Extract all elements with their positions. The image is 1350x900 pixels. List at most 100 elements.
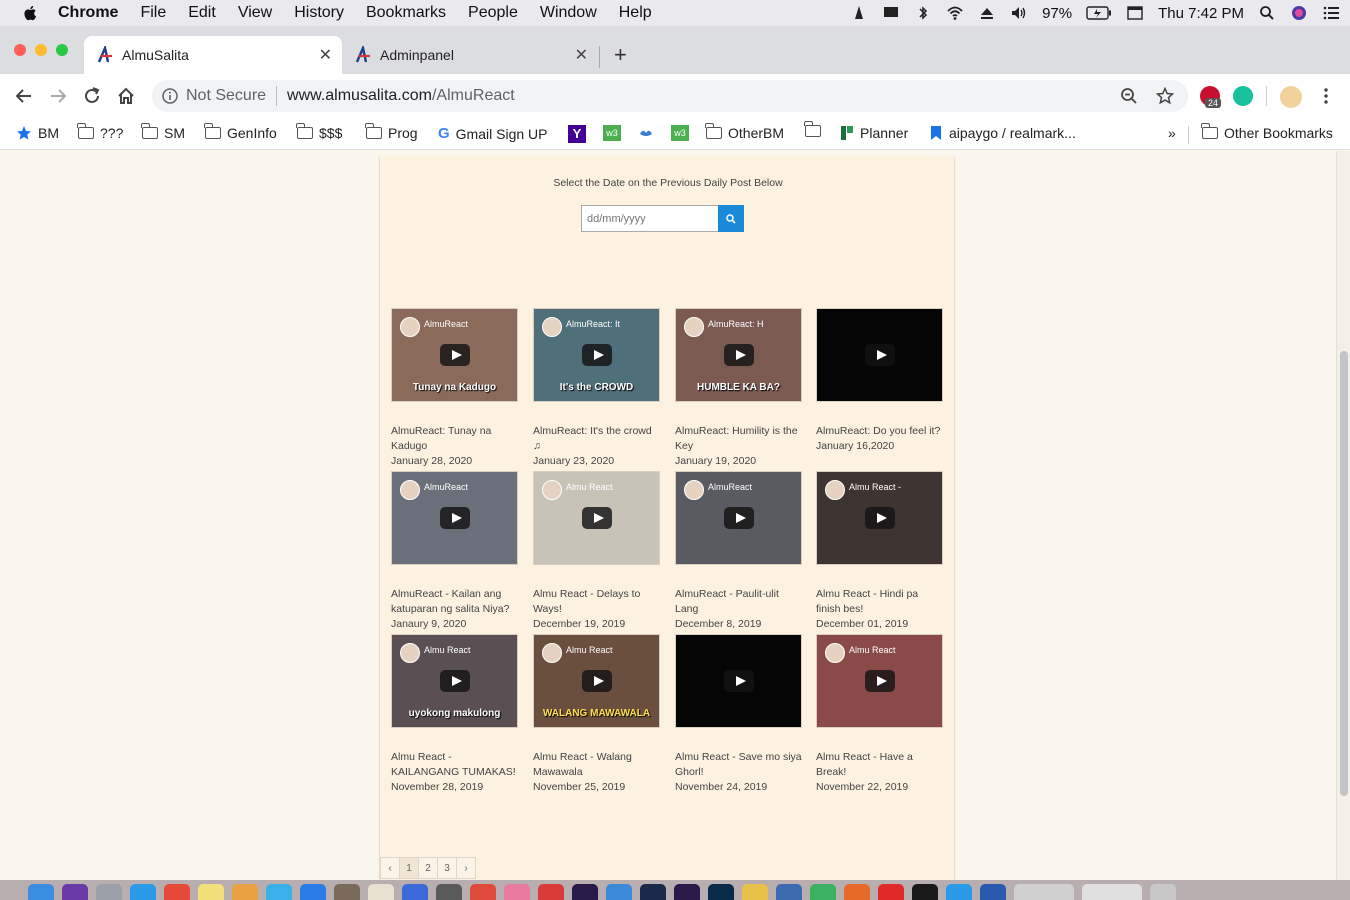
menu-window[interactable]: Window xyxy=(540,4,597,22)
calendar-status-icon[interactable] xyxy=(1126,5,1144,21)
filezilla-dock-icon[interactable] xyxy=(878,884,904,900)
app-dock-icon[interactable] xyxy=(504,884,530,900)
calendar-dock-icon[interactable] xyxy=(164,884,190,900)
bookmark-folder-unnamed[interactable] xyxy=(804,121,821,137)
url-path[interactable]: /AlmuReact xyxy=(432,87,515,105)
video-thumbnail[interactable]: Almu React uyokong makulong xyxy=(391,634,518,728)
bookmark-folder-qqq[interactable]: ??? xyxy=(77,123,123,141)
display-status-icon[interactable] xyxy=(882,5,900,21)
bookmarks-overflow-button[interactable]: » xyxy=(1168,125,1176,141)
minimized-window-dock-icon[interactable] xyxy=(1082,884,1142,900)
bookmark-star-icon[interactable] xyxy=(1156,87,1174,105)
video-thumbnail[interactable]: AlmuReact xyxy=(391,471,518,565)
reload-icon[interactable] xyxy=(82,86,102,106)
play-icon[interactable] xyxy=(439,670,470,692)
app-dock-icon[interactable] xyxy=(368,884,394,900)
menu-edit[interactable]: Edit xyxy=(188,4,216,22)
siri-icon[interactable] xyxy=(1290,5,1308,21)
bookmark-aipaygo[interactable]: aipaygo / realmark... xyxy=(929,125,1076,141)
menu-help[interactable]: Help xyxy=(619,4,652,22)
app-dock-icon[interactable] xyxy=(810,884,836,900)
bookmark-folder-sm[interactable]: SM xyxy=(141,123,185,141)
after-effects-dock-icon[interactable] xyxy=(572,884,598,900)
spotlight-search-icon[interactable] xyxy=(1258,5,1276,21)
video-title[interactable]: AlmuReact: Humility is the Key January 1… xyxy=(675,424,803,469)
safari-dock-icon[interactable] xyxy=(130,884,156,900)
menu-file[interactable]: File xyxy=(140,4,166,22)
address-bar[interactable]: Not Secure www.almusalita.com/AlmuReact xyxy=(152,80,1188,112)
play-icon[interactable] xyxy=(723,344,754,366)
app-dock-icon[interactable] xyxy=(402,884,428,900)
tab-adminpanel[interactable]: Adminpanel ✕ xyxy=(342,36,598,74)
video-title[interactable]: Almu React - Delays to Ways! December 19… xyxy=(533,587,661,632)
video-title[interactable]: Almu React - Walang Mawawala November 25… xyxy=(533,750,661,795)
apple-icon[interactable] xyxy=(22,4,40,22)
play-icon[interactable] xyxy=(864,344,895,366)
play-icon[interactable] xyxy=(723,670,754,692)
messages-dock-icon[interactable] xyxy=(266,884,292,900)
volume-icon[interactable] xyxy=(1010,5,1028,21)
chrome-dock-icon[interactable] xyxy=(470,884,496,900)
menu-bookmarks[interactable]: Bookmarks xyxy=(366,4,446,22)
finder-dock-icon[interactable] xyxy=(28,884,54,900)
security-label[interactable]: Not Secure xyxy=(186,87,266,105)
pagination-page-3[interactable]: 3 xyxy=(437,857,457,879)
video-title[interactable]: AlmuReact: Tunay na Kadugo January 28, 2… xyxy=(391,424,519,469)
video-title[interactable]: AlmuReact - Kailan ang katuparan ng sali… xyxy=(391,587,519,632)
bookmark-bm[interactable]: BM xyxy=(16,125,59,141)
tab-close-icon[interactable]: ✕ xyxy=(575,45,588,65)
bookmark-folder-prog[interactable]: Prog xyxy=(365,123,418,141)
menu-history[interactable]: History xyxy=(294,4,344,22)
video-title[interactable]: Almu React - Have a Break! November 22, … xyxy=(816,750,944,795)
app-store-dock-icon[interactable] xyxy=(300,884,326,900)
premiere-dock-icon[interactable] xyxy=(674,884,700,900)
video-title[interactable]: Almu React - KAILANGANG TUMAKAS! Novembe… xyxy=(391,750,519,795)
battery-icon[interactable] xyxy=(1086,6,1112,20)
play-icon[interactable] xyxy=(439,507,470,529)
word-dock-icon[interactable] xyxy=(980,884,1006,900)
window-minimize-button[interactable] xyxy=(35,44,47,56)
menu-chrome[interactable]: Chrome xyxy=(58,4,118,22)
video-thumbnail[interactable] xyxy=(816,308,943,402)
video-thumbnail[interactable] xyxy=(675,634,802,728)
app-dock-icon[interactable] xyxy=(538,884,564,900)
app-dock-icon[interactable] xyxy=(946,884,972,900)
eject-icon[interactable] xyxy=(978,5,996,21)
video-thumbnail[interactable]: Almu React - xyxy=(816,471,943,565)
menu-view[interactable]: View xyxy=(238,4,272,22)
play-icon[interactable] xyxy=(864,507,895,529)
video-title[interactable]: AlmuReact - Paulit-ulit Lang December 8,… xyxy=(675,587,803,632)
pagination-page-1[interactable]: 1 xyxy=(399,857,419,879)
notes-dock-icon[interactable] xyxy=(198,884,224,900)
play-icon[interactable] xyxy=(581,344,612,366)
bookmark-bird[interactable] xyxy=(637,125,655,141)
forward-arrow-icon[interactable] xyxy=(48,86,68,106)
back-arrow-icon[interactable] xyxy=(14,86,34,106)
grammarly-extension-icon[interactable] xyxy=(1233,86,1253,106)
window-close-button[interactable] xyxy=(14,44,26,56)
window-zoom-button[interactable] xyxy=(56,44,68,56)
app-dock-icon[interactable] xyxy=(742,884,768,900)
bookmark-w3-2[interactable]: w3 xyxy=(671,125,689,141)
bluetooth-icon[interactable] xyxy=(914,5,932,21)
indesign-dock-icon[interactable] xyxy=(640,884,666,900)
bookmark-planner[interactable]: Planner xyxy=(840,125,908,141)
trash-dock-icon[interactable] xyxy=(1150,884,1176,900)
scrollbar-thumb[interactable] xyxy=(1340,351,1348,796)
new-tab-button[interactable]: + xyxy=(614,42,627,68)
chrome-menu-icon[interactable] xyxy=(1318,86,1334,106)
launchpad-dock-icon[interactable] xyxy=(96,884,122,900)
video-thumbnail[interactable]: AlmuReact xyxy=(675,471,802,565)
zoom-icon[interactable] xyxy=(1120,87,1138,105)
video-title[interactable]: AlmuReact: Do you feel it? January 16,20… xyxy=(816,424,944,454)
tab-almusalita[interactable]: AlmuSalita ✕ xyxy=(84,36,342,74)
play-icon[interactable] xyxy=(864,670,895,692)
page-scrollbar[interactable] xyxy=(1336,151,1350,880)
bookmark-folder-otherbm[interactable]: OtherBM xyxy=(705,123,784,141)
url-domain[interactable]: www.almusalita.com xyxy=(287,87,432,105)
app-dock-icon[interactable] xyxy=(844,884,870,900)
app-dock-icon[interactable] xyxy=(436,884,462,900)
video-thumbnail[interactable]: Almu React xyxy=(816,634,943,728)
menu-people[interactable]: People xyxy=(468,4,518,22)
terminal-dock-icon[interactable] xyxy=(912,884,938,900)
